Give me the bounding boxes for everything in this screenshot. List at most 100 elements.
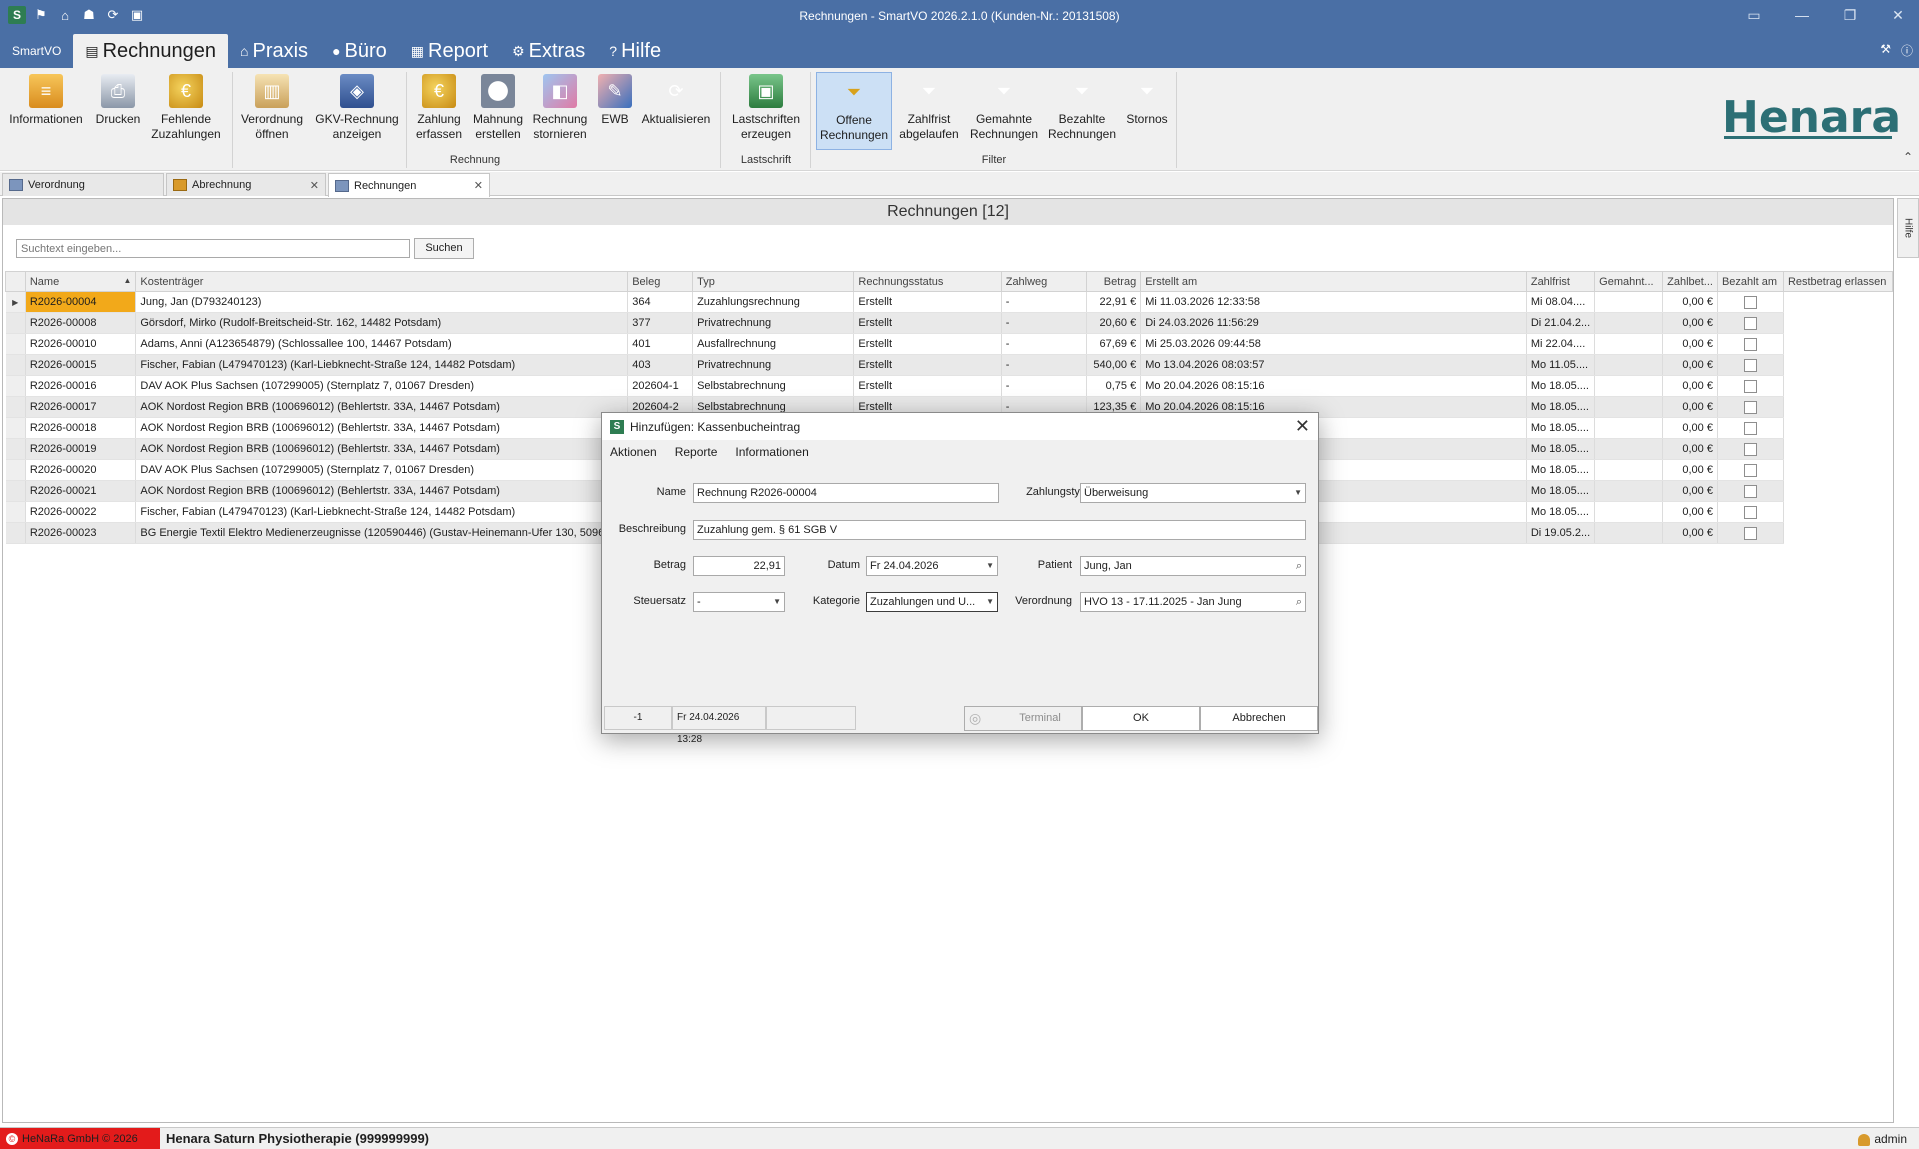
minimize-button[interactable]: — [1782, 4, 1822, 26]
table-cell: Privatrechnung [692, 354, 855, 376]
help-icon: ? [609, 43, 618, 59]
table-cell [1594, 375, 1664, 397]
datum-picker[interactable]: Fr 24.04.2026 ▼ [866, 556, 998, 576]
info-icon[interactable]: ⓘ [1901, 42, 1913, 59]
mahnung-erstellen-button[interactable]: ◷ Mahnung erstellen [470, 72, 526, 150]
doctab-verordnung[interactable]: Verordnung [2, 173, 164, 196]
column-header[interactable]: Restbetrag erlassen [1782, 271, 1894, 292]
betrag-field[interactable]: 22,91 [693, 556, 785, 576]
column-header[interactable]: Kostenträger [135, 271, 629, 292]
table-row[interactable]: R2026-00016 DAV AOK Plus Sachsen (1072990… [5, 375, 1893, 397]
maximize-button[interactable]: ❐ [1830, 4, 1870, 26]
aktualisieren-button[interactable]: ⟳ Aktualisieren [638, 72, 714, 150]
ewb-button[interactable]: ✎ EWB [594, 72, 636, 150]
table-row[interactable]: R2026-00015 Fischer, Fabian (L479470123) … [5, 354, 1893, 376]
terminal-button[interactable]: ◎ Terminal [964, 706, 1082, 731]
restbetrag-checkbox[interactable] [1743, 484, 1757, 498]
column-header[interactable]: Gemahnt... [1594, 271, 1664, 292]
filter-stornos-button[interactable]: ⏷ Stornos [1122, 72, 1172, 150]
restbetrag-checkbox[interactable] [1743, 337, 1757, 351]
column-header[interactable]: Rechnungsstatus [853, 271, 1002, 292]
informationen-button[interactable]: ≡ Informationen [4, 72, 88, 150]
status-empty [766, 706, 856, 730]
zahlung-erfassen-button[interactable]: € Zahlung erfassen [410, 72, 468, 150]
user-name: admin [1874, 1132, 1907, 1146]
restbetrag-checkbox[interactable] [1743, 358, 1757, 372]
search-icon[interactable]: ⌕ [1296, 593, 1302, 611]
tab-hilfe[interactable]: ? Hilfe [597, 34, 673, 68]
column-header[interactable]: Zahlbet... [1662, 271, 1718, 292]
tab-buero[interactable]: ● Büro [320, 34, 399, 68]
name-field[interactable]: Rechnung R2026-00004 [693, 483, 999, 503]
verordnung-oeffnen-button[interactable]: ▥ Verordnung öffnen [236, 72, 308, 150]
restbetrag-checkbox[interactable] [1743, 526, 1757, 540]
column-header[interactable]: Erstellt am [1140, 271, 1527, 292]
verordnung-lookup[interactable]: HVO 13 - 17.11.2025 - Jan Jung ⌕ [1080, 592, 1306, 612]
close-window-button[interactable]: ✕ [1878, 4, 1918, 26]
column-header[interactable]: Zahlweg [1000, 271, 1088, 292]
restbetrag-checkbox[interactable] [1743, 295, 1757, 309]
settings-icon[interactable]: ⚒ [1880, 42, 1891, 59]
table-row[interactable]: ▶ R2026-00004 Jung, Jan (D793240123) 364 Zuz… [5, 291, 1893, 313]
tab-rechnungen[interactable]: ▤ Rechnungen [73, 34, 229, 68]
dialog-menu-reporte[interactable]: Reporte [675, 445, 718, 459]
restbetrag-checkbox[interactable] [1743, 379, 1757, 393]
column-header[interactable]: Typ [692, 271, 855, 292]
dialog-close-icon[interactable]: ✕ [1295, 416, 1310, 437]
filter-offene-rechnungen-button[interactable]: ⏷ Offene Rechnungen [816, 72, 892, 150]
dialog-menu-informationen[interactable]: Informationen [735, 445, 808, 459]
restore-ribbon-icon[interactable]: ▭ [1734, 4, 1774, 26]
column-header[interactable]: Zahlfrist [1525, 271, 1596, 292]
steuersatz-select[interactable]: - ▼ [693, 592, 785, 612]
cancel-button[interactable]: Abbrechen [1200, 706, 1318, 731]
column-header[interactable]: Betrag [1086, 271, 1142, 292]
search-input[interactable] [16, 239, 410, 258]
doctab-rechnungen[interactable]: Rechnungen ✕ [328, 173, 490, 197]
help-side-panel-tab[interactable]: Hilfe [1897, 198, 1919, 258]
table-cell: - [1001, 333, 1088, 355]
close-icon[interactable]: ✕ [474, 179, 483, 192]
column-header[interactable]: Beleg [627, 271, 694, 292]
filter-zahlfrist-abgelaufen-button[interactable]: ⏷ Zahlfrist abgelaufen [894, 72, 964, 150]
restbetrag-checkbox[interactable] [1743, 442, 1757, 456]
zahlungstyp-select[interactable]: Überweisung ▼ [1080, 483, 1306, 503]
current-user[interactable]: admin [1858, 1128, 1907, 1149]
table-cell: 0,00 € [1662, 459, 1718, 481]
search-icon[interactable]: ⌕ [1296, 557, 1302, 575]
kategorie-select[interactable]: Zuzahlungen und U... ▼ [866, 592, 998, 612]
gkv-rechnung-button[interactable]: ◈ GKV-Rechnung anzeigen [310, 72, 404, 150]
zahlfrist-label-line1: Zahlfrist [907, 112, 951, 126]
filter-gemahnte-rechnungen-button[interactable]: ⏷ Gemahnte Rechnungen [966, 72, 1042, 150]
table-cell: Ausfallrechnung [692, 333, 855, 355]
search-button[interactable]: Suchen [414, 238, 474, 259]
tab-report[interactable]: ▦ Report [399, 34, 500, 68]
restbetrag-checkbox[interactable] [1743, 400, 1757, 414]
table-row[interactable]: R2026-00010 Adams, Anni (A123654879) (Sch… [5, 333, 1893, 355]
dialog-menu-aktionen[interactable]: Aktionen [610, 445, 657, 459]
beschreibung-field[interactable]: Zuzahlung gem. § 61 SGB V [693, 520, 1306, 540]
dialog-title: Hinzufügen: Kassenbucheintrag [630, 419, 801, 434]
restbetrag-checkbox[interactable] [1743, 463, 1757, 477]
filter-bezahlte-rechnungen-button[interactable]: ⏷ Bezahlte Rechnungen [1044, 72, 1120, 150]
column-header[interactable]: Bezahlt am [1716, 271, 1784, 292]
patient-lookup[interactable]: Jung, Jan ⌕ [1080, 556, 1306, 576]
doctab-abrechnung[interactable]: Abrechnung ✕ [166, 173, 326, 196]
tab-extras[interactable]: ⚙ Extras [500, 34, 597, 68]
rechnung-stornieren-button[interactable]: ◧ Rechnung stornieren [528, 72, 592, 150]
column-header[interactable]: Name ▲ [24, 271, 137, 292]
collapse-ribbon-icon[interactable]: ⌃ [1903, 150, 1913, 164]
tab-praxis[interactable]: ⌂ Praxis [228, 34, 320, 68]
ok-button[interactable]: OK [1082, 706, 1200, 731]
lastschriften-erzeugen-button[interactable]: ▣ Lastschriften erzeugen [726, 72, 806, 150]
restbetrag-checkbox[interactable] [1743, 505, 1757, 519]
table-row[interactable]: R2026-00008 Görsdorf, Mirko (Rudolf-Breit… [5, 312, 1893, 334]
fehlende-zuzahlungen-button[interactable]: € Fehlende Zuzahlungen [148, 72, 224, 150]
table-cell: Mo 18.05.... [1526, 480, 1596, 502]
row-indicator [5, 501, 26, 523]
drucken-button[interactable]: ⎙ Drucken [90, 72, 146, 150]
restbetrag-checkbox[interactable] [1743, 421, 1757, 435]
close-icon[interactable]: ✕ [310, 179, 319, 192]
table-cell: R2026-00023 [25, 522, 137, 544]
tab-smartvo[interactable]: SmartVO [0, 34, 73, 68]
restbetrag-checkbox[interactable] [1743, 316, 1757, 330]
